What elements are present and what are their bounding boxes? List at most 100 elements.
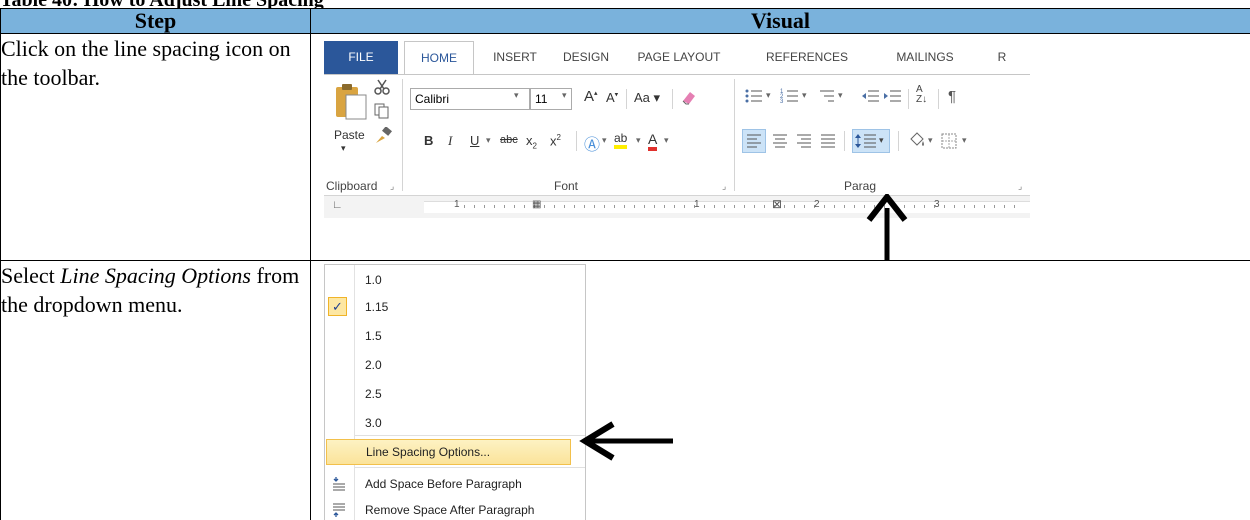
menu-item-label: 1.5 [365, 329, 382, 343]
shading-dropdown-icon[interactable]: ▾ [928, 135, 933, 146]
ruler-tick [594, 205, 595, 208]
font-color-icon[interactable]: A [648, 131, 658, 151]
menu-item-2-5[interactable]: 2.5 [325, 381, 585, 407]
tab-design[interactable]: DESIGN [552, 41, 620, 74]
tab-selector-icon[interactable]: ∟ [332, 199, 343, 211]
menu-item-label: Line Spacing Options... [366, 445, 491, 459]
arrow-left-icon [579, 421, 673, 461]
italic-icon[interactable]: I [448, 133, 452, 149]
shading-icon[interactable] [908, 131, 926, 149]
clear-formatting-icon[interactable] [680, 89, 698, 107]
menu-item-1-15[interactable]: ✓ 1.15 [325, 294, 585, 320]
ruler-tick [824, 205, 825, 208]
cut-icon[interactable] [374, 79, 390, 95]
table-row: Click on the line spacing icon on the to… [0, 33, 1250, 261]
font-launcher-icon[interactable]: ⌟ [722, 181, 726, 192]
align-right-icon[interactable] [795, 132, 813, 150]
ruler-tick [984, 205, 985, 208]
menu-item-1-0[interactable]: 1.0 [325, 267, 585, 293]
toolbar-separator [938, 89, 939, 109]
change-case-label: Aa [634, 90, 650, 105]
shrink-font-icon[interactable]: A▾ [606, 90, 618, 105]
bullets-dropdown-icon[interactable]: ▾ [766, 90, 771, 101]
remove-space-after-icon [333, 503, 345, 517]
highlight-icon[interactable]: ab [614, 131, 628, 149]
borders-dropdown-icon[interactable]: ▾ [962, 135, 967, 146]
clipboard-launcher-icon[interactable]: ⌟ [390, 181, 394, 192]
bullets-icon[interactable] [744, 87, 764, 105]
superscript-icon[interactable]: x2 [550, 133, 561, 148]
change-case-button[interactable]: Aa ▾ [634, 90, 660, 106]
decrease-indent-icon[interactable] [860, 87, 880, 105]
menu-item-1-5[interactable]: 1.5 [325, 323, 585, 349]
group-separator [734, 79, 735, 191]
multilevel-dropdown-icon[interactable]: ▾ [838, 90, 843, 101]
font-name-dropdown-icon[interactable]: ▾ [514, 90, 519, 101]
font-color-dropdown-icon[interactable]: ▾ [664, 135, 669, 146]
align-left-icon[interactable] [745, 132, 763, 150]
show-formatting-marks-icon[interactable]: ¶ [948, 88, 956, 105]
arrow-up-icon [866, 194, 908, 260]
borders-icon[interactable] [940, 132, 958, 150]
text-effects-icon[interactable]: Ⓐ [584, 131, 600, 155]
ruler-tick [744, 205, 745, 208]
paste-label[interactable]: Paste [334, 128, 365, 142]
ruler-tick [554, 205, 555, 208]
ruler-tick [674, 205, 675, 208]
numbering-icon[interactable]: 123 [780, 87, 800, 105]
format-painter-icon[interactable] [374, 127, 392, 145]
ruler-tick [574, 205, 575, 208]
paragraph-launcher-icon[interactable]: ⌟ [1018, 181, 1022, 192]
numbering-dropdown-icon[interactable]: ▾ [802, 90, 807, 101]
menu-item-add-space-before[interactable]: Add Space Before Paragraph [325, 471, 585, 497]
step-text: Click on the line spacing icon on the to… [1, 36, 291, 90]
ruler-tick [624, 205, 625, 208]
justify-icon[interactable] [819, 132, 837, 150]
line-spacing-icon[interactable] [855, 132, 877, 150]
strikethrough-icon[interactable]: abc [500, 134, 518, 146]
bold-icon[interactable]: B [424, 133, 433, 148]
paste-icon[interactable] [332, 81, 372, 123]
menu-item-label: 2.5 [365, 387, 382, 401]
line-spacing-dropdown-icon[interactable]: ▾ [879, 135, 884, 146]
tab-review-partial[interactable]: R [988, 41, 1016, 74]
font-size-dropdown-icon[interactable]: ▾ [562, 90, 567, 101]
tab-file[interactable]: FILE [324, 41, 398, 74]
ruler-tick [494, 205, 495, 208]
ruler-tick [724, 205, 725, 208]
ruler-tick [524, 205, 525, 208]
multilevel-list-icon[interactable] [816, 87, 836, 105]
tab-home[interactable]: HOME [404, 41, 474, 75]
menu-item-3-0[interactable]: 3.0 [325, 410, 585, 436]
tab-page-layout[interactable]: PAGE LAYOUT [624, 41, 734, 74]
subscript-icon[interactable]: x2 [526, 133, 537, 151]
ruler-left-margin-icon[interactable]: ▦ [532, 199, 541, 210]
step-cell: Click on the line spacing icon on the to… [0, 33, 311, 261]
align-center-icon[interactable] [771, 132, 789, 150]
menu-item-remove-space-after[interactable]: Remove Space After Paragraph [325, 497, 585, 520]
sort-icon[interactable]: A Z↓ [916, 85, 927, 105]
menu-item-label: 2.0 [365, 358, 382, 372]
group-label-paragraph: Parag [844, 179, 877, 193]
text-effects-dropdown-icon[interactable]: ▾ [602, 135, 607, 146]
underline-icon[interactable]: U [470, 133, 479, 148]
ruler-tick [664, 205, 665, 208]
font-name-combo[interactable]: Calibri [410, 88, 530, 110]
tab-mailings[interactable]: MAILINGS [879, 41, 971, 74]
tab-insert[interactable]: INSERT [484, 41, 546, 74]
menu-item-line-spacing-options[interactable]: Line Spacing Options... [326, 439, 571, 465]
tab-references[interactable]: REFERENCES [752, 41, 862, 74]
ruler-tick [994, 205, 995, 208]
menu-item-2-0[interactable]: 2.0 [325, 352, 585, 378]
underline-dropdown-icon[interactable]: ▾ [486, 135, 491, 146]
grow-font-icon[interactable]: A▴ [584, 88, 598, 105]
toolbar-separator [898, 131, 899, 151]
ruler: ∟ 1 ▦ 1 ⊠ 2 3 [324, 196, 1030, 218]
ruler-tick [584, 205, 585, 208]
menu-item-label: Add Space Before Paragraph [365, 477, 522, 491]
indent-marker-icon[interactable]: ⊠ [772, 197, 782, 211]
increase-indent-icon[interactable] [882, 87, 902, 105]
highlight-dropdown-icon[interactable]: ▾ [636, 135, 641, 146]
paste-dropdown-icon[interactable]: ▾ [341, 143, 346, 154]
copy-icon[interactable] [374, 103, 390, 119]
